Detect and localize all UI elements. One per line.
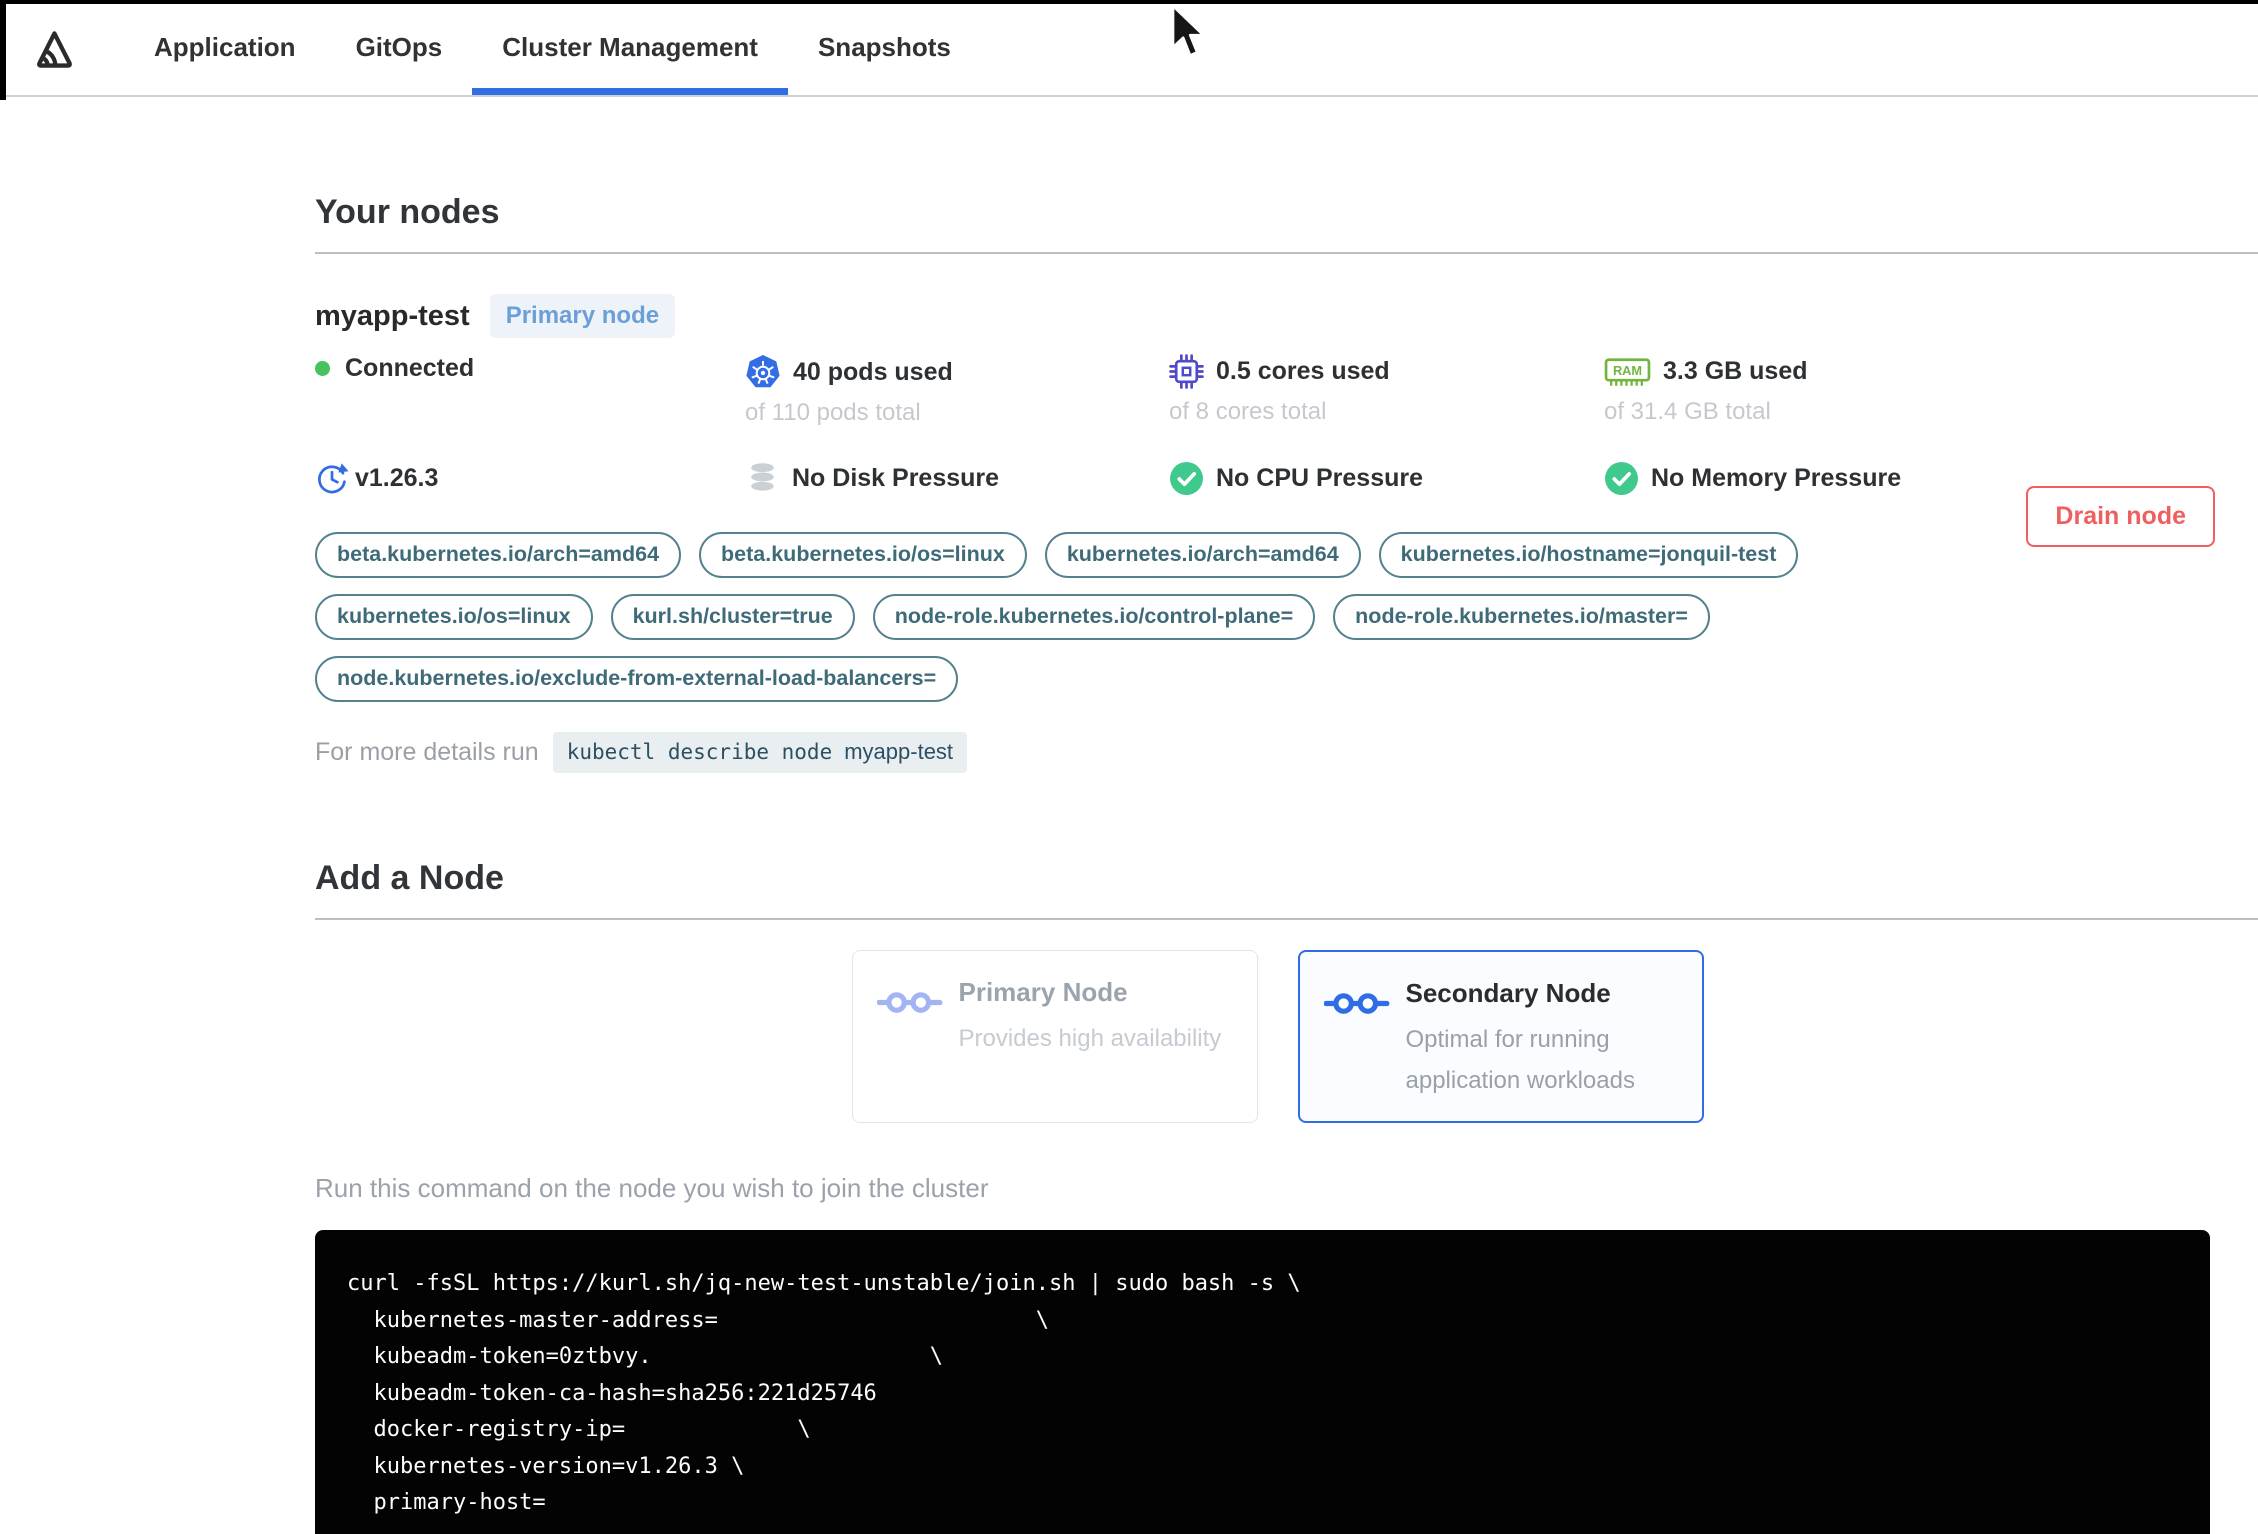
primary-node-badge: Primary node bbox=[489, 294, 676, 338]
screenshot-top-edge bbox=[0, 0, 2258, 4]
node-version: v1.26.3 bbox=[315, 461, 745, 496]
node-details-hint: For more details run kubectl describe no… bbox=[315, 732, 2240, 773]
section-divider bbox=[315, 918, 2258, 920]
terminal-line: kubernetes-version=v1.26.3 \ bbox=[347, 1453, 745, 1479]
replicated-logo-icon[interactable] bbox=[30, 24, 78, 72]
memory-stat: RAM 3.3 GB used of 31.4 GB total bbox=[1604, 354, 2240, 426]
node-labels-row: beta.kubernetes.io/arch=amd64 beta.kuber… bbox=[315, 486, 2240, 702]
node-label-pill: beta.kubernetes.io/os=linux bbox=[699, 532, 1027, 578]
node-label-pill: kubernetes.io/arch=amd64 bbox=[1044, 532, 1361, 578]
check-circle-icon bbox=[1604, 461, 1639, 496]
cpu-icon bbox=[1169, 354, 1204, 389]
screenshot-left-edge bbox=[0, 0, 6, 100]
terminal-line: kubernetes-master-address= \ bbox=[347, 1307, 1049, 1333]
cores-stat: 0.5 cores used of 8 cores total bbox=[1169, 354, 1604, 426]
terminal-line: curl -fsSL https://kurl.sh/jq-new-test-u… bbox=[347, 1271, 1301, 1296]
tab-application[interactable]: Application bbox=[124, 0, 326, 95]
tab-snapshots[interactable]: Snapshots bbox=[788, 0, 981, 95]
tab-gitops[interactable]: GitOps bbox=[326, 0, 473, 95]
pods-total-label: of 110 pods total bbox=[745, 399, 921, 426]
cpu-pressure-condition: No CPU Pressure bbox=[1169, 461, 1604, 496]
pods-used-label: 40 pods used bbox=[793, 357, 953, 386]
node-header-row: myapp-test Primary node bbox=[315, 294, 2240, 338]
main-content: Your nodes myapp-test Primary node Conne… bbox=[0, 193, 2258, 1534]
primary-node-option-title: Primary Node bbox=[958, 977, 1128, 1007]
kubernetes-icon bbox=[745, 354, 781, 390]
details-hint-text: For more details run bbox=[315, 738, 539, 766]
nav-tabs: Application GitOps Cluster Management Sn… bbox=[124, 0, 981, 95]
node-label-pill: kurl.sh/cluster=true bbox=[610, 594, 855, 640]
terminal-line: docker-registry-ip= \ bbox=[347, 1417, 811, 1442]
secondary-node-option-desc: Optimal for running application workload… bbox=[1405, 1026, 1635, 1095]
your-nodes-title: Your nodes bbox=[315, 193, 500, 231]
node-link-icon bbox=[875, 989, 943, 1096]
cluster-management-page: Application GitOps Cluster Management Sn… bbox=[0, 0, 2258, 1534]
kubectl-node-name: myapp-test bbox=[844, 739, 954, 764]
cores-total-label: of 8 cores total bbox=[1169, 398, 1327, 425]
node-label-pill: beta.kubernetes.io/arch=amd64 bbox=[315, 532, 682, 578]
database-icon bbox=[745, 461, 780, 496]
top-nav: Application GitOps Cluster Management Sn… bbox=[0, 0, 2258, 97]
disk-pressure-condition: No Disk Pressure bbox=[745, 461, 1169, 496]
node-name: myapp-test bbox=[315, 299, 470, 332]
memory-used-label: 3.3 GB used bbox=[1663, 357, 1808, 385]
node-type-options: Primary Node Provides high availability … bbox=[315, 950, 2240, 1123]
memory-total-label: of 31.4 GB total bbox=[1604, 398, 1771, 425]
connected-dot-icon bbox=[315, 361, 330, 376]
node-link-icon bbox=[1322, 990, 1390, 1095]
secondary-node-option-title: Secondary Node bbox=[1405, 978, 1611, 1008]
tab-cluster-management[interactable]: Cluster Management bbox=[472, 0, 788, 95]
node-label-pill: kubernetes.io/hostname=jonquil-test bbox=[1378, 532, 1799, 578]
cores-used-label: 0.5 cores used bbox=[1216, 357, 1390, 385]
node-labels: beta.kubernetes.io/arch=amd64 beta.kuber… bbox=[315, 532, 2015, 702]
terminal-line: kubeadm-token=0ztbvy. \ bbox=[347, 1344, 944, 1369]
node-stats-row-1: Connected 40 pods used of 110 pods total… bbox=[315, 354, 2240, 427]
node-stats-row-2: v1.26.3 No Disk Pressure No CPU Pressure… bbox=[315, 461, 2240, 496]
ram-icon: RAM bbox=[1604, 354, 1651, 389]
node-version-label: v1.26.3 bbox=[355, 464, 439, 492]
join-command-instruction: Run this command on the node you wish to… bbox=[315, 1173, 989, 1203]
primary-node-option[interactable]: Primary Node Provides high availability bbox=[851, 950, 1258, 1123]
primary-node-option-desc: Provides high availability bbox=[958, 1025, 1222, 1052]
memory-pressure-label: No Memory Pressure bbox=[1651, 464, 1902, 492]
node-status-label: Connected bbox=[345, 354, 475, 382]
node-label-pill: node.kubernetes.io/exclude-from-external… bbox=[315, 656, 959, 702]
pods-stat: 40 pods used of 110 pods total bbox=[745, 354, 1169, 427]
version-history-icon bbox=[315, 461, 350, 496]
terminal-line: primary-host= bbox=[347, 1490, 546, 1515]
node-label-pill: node-role.kubernetes.io/control-plane= bbox=[872, 594, 1316, 640]
section-divider bbox=[315, 252, 2258, 254]
add-node-title: Add a Node bbox=[315, 859, 504, 897]
cpu-pressure-label: No CPU Pressure bbox=[1216, 464, 1424, 492]
secondary-node-option[interactable]: Secondary Node Optimal for running appli… bbox=[1297, 950, 1704, 1123]
svg-text:RAM: RAM bbox=[1613, 363, 1642, 378]
node-label-pill: kubernetes.io/os=linux bbox=[315, 594, 593, 640]
kubectl-command-chip: kubectl describe node myapp-test bbox=[552, 732, 968, 773]
node-status: Connected bbox=[315, 354, 745, 383]
join-command-terminal: curl -fsSL https://kurl.sh/jq-new-test-u… bbox=[315, 1230, 2210, 1534]
check-circle-icon bbox=[1169, 461, 1204, 496]
terminal-line: kubeadm-token-ca-hash=sha256:221d25746 bbox=[347, 1380, 877, 1406]
kubectl-command-text: kubectl describe node bbox=[566, 740, 833, 764]
drain-node-button[interactable]: Drain node bbox=[2026, 486, 2215, 547]
disk-pressure-label: No Disk Pressure bbox=[792, 464, 1000, 492]
node-label-pill: node-role.kubernetes.io/master= bbox=[1333, 594, 1710, 640]
